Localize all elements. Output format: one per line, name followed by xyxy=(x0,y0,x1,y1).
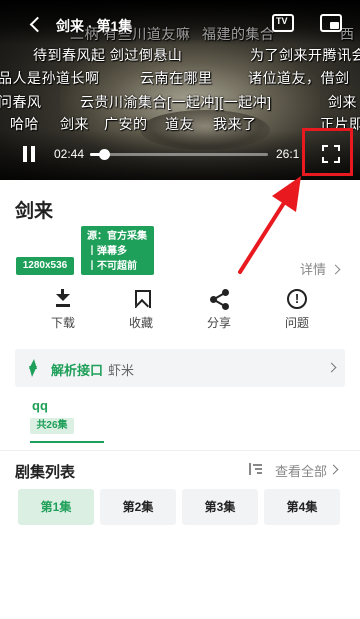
episode-row: 第1集 第2集 第3集 第4集 xyxy=(18,489,344,525)
current-time: 02:44 xyxy=(54,147,85,161)
source-badge-line: 丨不可超前 xyxy=(87,261,137,272)
share-label: 分享 xyxy=(206,316,231,330)
danmaku-comment: 品人是孙道长啊 xyxy=(0,70,100,86)
progress-bar[interactable] xyxy=(90,149,268,160)
video-title: 剑来 · 第1集 xyxy=(56,18,133,34)
episode-list-header: 剧集列表 查看全部 xyxy=(0,450,360,481)
share-icon xyxy=(208,288,230,310)
share-button[interactable]: 分享 xyxy=(189,286,249,331)
total-time: 26:1 xyxy=(276,147,300,161)
episode-button-4[interactable]: 第4集 xyxy=(264,489,340,525)
pause-icon[interactable] xyxy=(22,146,36,162)
sort-icon[interactable] xyxy=(248,463,262,475)
resolution-badge: 1280x536 xyxy=(16,257,74,275)
danmaku-comment: 剑来 xyxy=(60,116,89,132)
show-title: 剑来 xyxy=(15,201,54,222)
source-badge-line: 丨弹幕多 xyxy=(87,246,127,257)
download-label: 下载 xyxy=(50,316,75,330)
source-badge: 源：官方采集 丨弹幕多 丨不可超前 xyxy=(81,226,154,275)
alert-circle-icon xyxy=(286,288,308,310)
details-link[interactable]: 详情 xyxy=(300,259,339,278)
chevron-right-icon xyxy=(326,362,337,373)
favorite-button[interactable]: 收藏 xyxy=(111,286,171,331)
favorite-label: 收藏 xyxy=(128,316,153,330)
danmaku-comment: 云南在哪里 xyxy=(140,70,213,86)
danmaku-comment: 广安的 xyxy=(104,116,148,132)
episode-button-1[interactable]: 第1集 xyxy=(18,489,94,525)
danmaku-comment: 问春风 xyxy=(0,94,42,110)
episode-list-title: 剧集列表 xyxy=(15,464,76,481)
cast-tv-icon-label: TV xyxy=(276,16,288,26)
picture-in-picture-icon[interactable] xyxy=(320,14,342,32)
parser-label: 解析接口 xyxy=(51,363,104,378)
report-problem-button[interactable]: 问题 xyxy=(267,286,327,331)
source-tab-qq[interactable]: qq 共26集 xyxy=(30,398,104,444)
source-tab-underline xyxy=(30,441,104,443)
source-name: qq xyxy=(32,398,48,413)
source-badge-line: 源：官方采集 xyxy=(87,231,147,242)
danmaku-comment: 我来了 xyxy=(213,116,257,132)
danmaku-comment: 西 xyxy=(340,26,355,42)
action-bar: 下载 收藏 分享 问题 xyxy=(0,286,360,336)
back-arrow-icon[interactable] xyxy=(26,15,46,35)
danmaku-comment: 道友 xyxy=(165,116,194,132)
parser-value: 虾米 xyxy=(108,363,135,378)
report-problem-label: 问题 xyxy=(284,316,309,330)
danmaku-comment: 剑来 xyxy=(328,94,357,110)
danmaku-comment: 为了剑来开腾讯会 xyxy=(250,47,360,63)
parser-selector[interactable]: 解析接口 虾米 xyxy=(15,349,345,387)
chevron-right-icon xyxy=(328,464,339,475)
episode-count-badge: 共26集 xyxy=(30,418,74,434)
bookmark-icon xyxy=(130,288,152,310)
danmaku-comment: 云贵川渝集合[一起冲][一起冲] xyxy=(80,94,272,110)
download-icon xyxy=(52,288,74,310)
danmaku-comment: 待到春风起 剑过倒悬山 xyxy=(33,47,183,63)
danmaku-comment: 哈哈 xyxy=(10,116,39,132)
episode-button-2[interactable]: 第2集 xyxy=(100,489,176,525)
view-all-link[interactable]: 查看全部 xyxy=(275,461,327,480)
danmaku-comment: 福建的集合 xyxy=(202,26,275,42)
episode-button-3[interactable]: 第3集 xyxy=(182,489,258,525)
fullscreen-highlight-box xyxy=(302,128,353,176)
danmaku-comment: 诸位道友，借剑 xyxy=(248,70,350,86)
cast-tv-icon[interactable]: TV xyxy=(272,14,294,32)
lightning-icon xyxy=(27,359,39,377)
download-button[interactable]: 下载 xyxy=(33,286,93,331)
